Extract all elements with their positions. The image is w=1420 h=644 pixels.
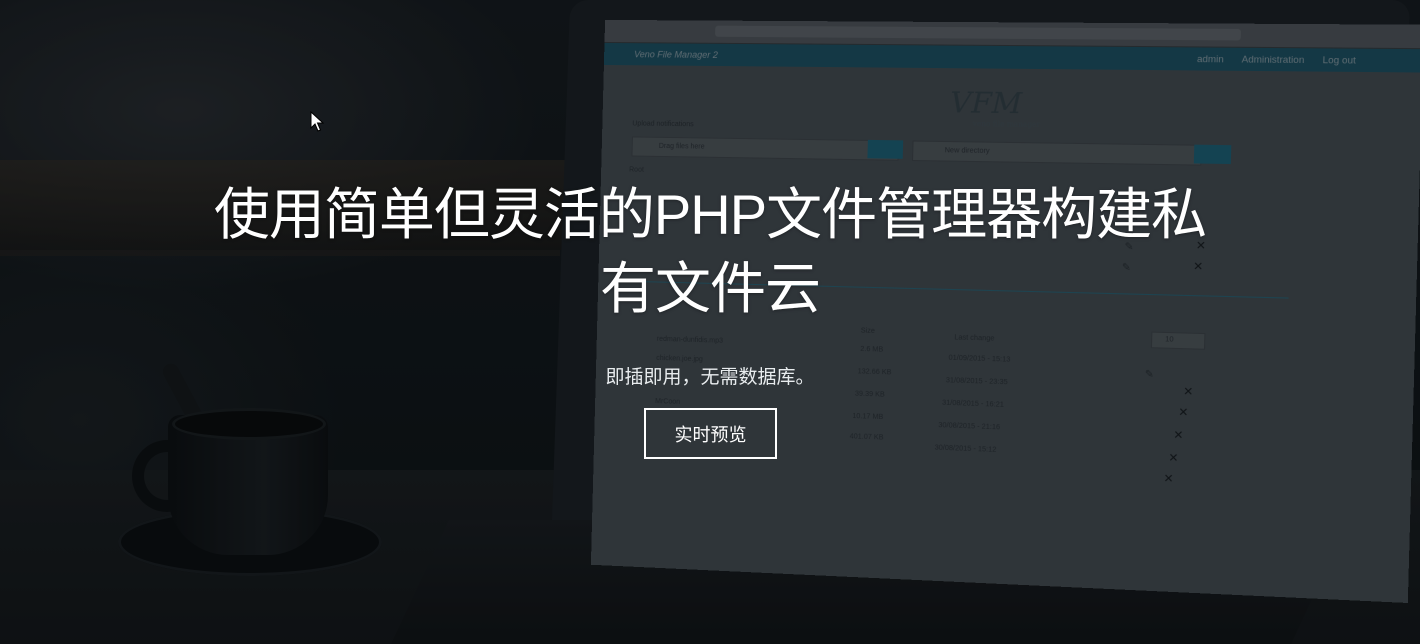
hero-title: 使用简单但灵活的PHP文件管理器构建私有文件云: [213, 183, 1207, 320]
hero-section: 使用简单但灵活的PHP文件管理器构建私有文件云 即插即用，无需数据库。 实时预览: [0, 0, 1420, 644]
mouse-cursor-icon: [310, 111, 324, 132]
live-preview-button[interactable]: 实时预览: [644, 408, 777, 459]
hero-subtitle: 即插即用，无需数据库。: [605, 367, 815, 388]
